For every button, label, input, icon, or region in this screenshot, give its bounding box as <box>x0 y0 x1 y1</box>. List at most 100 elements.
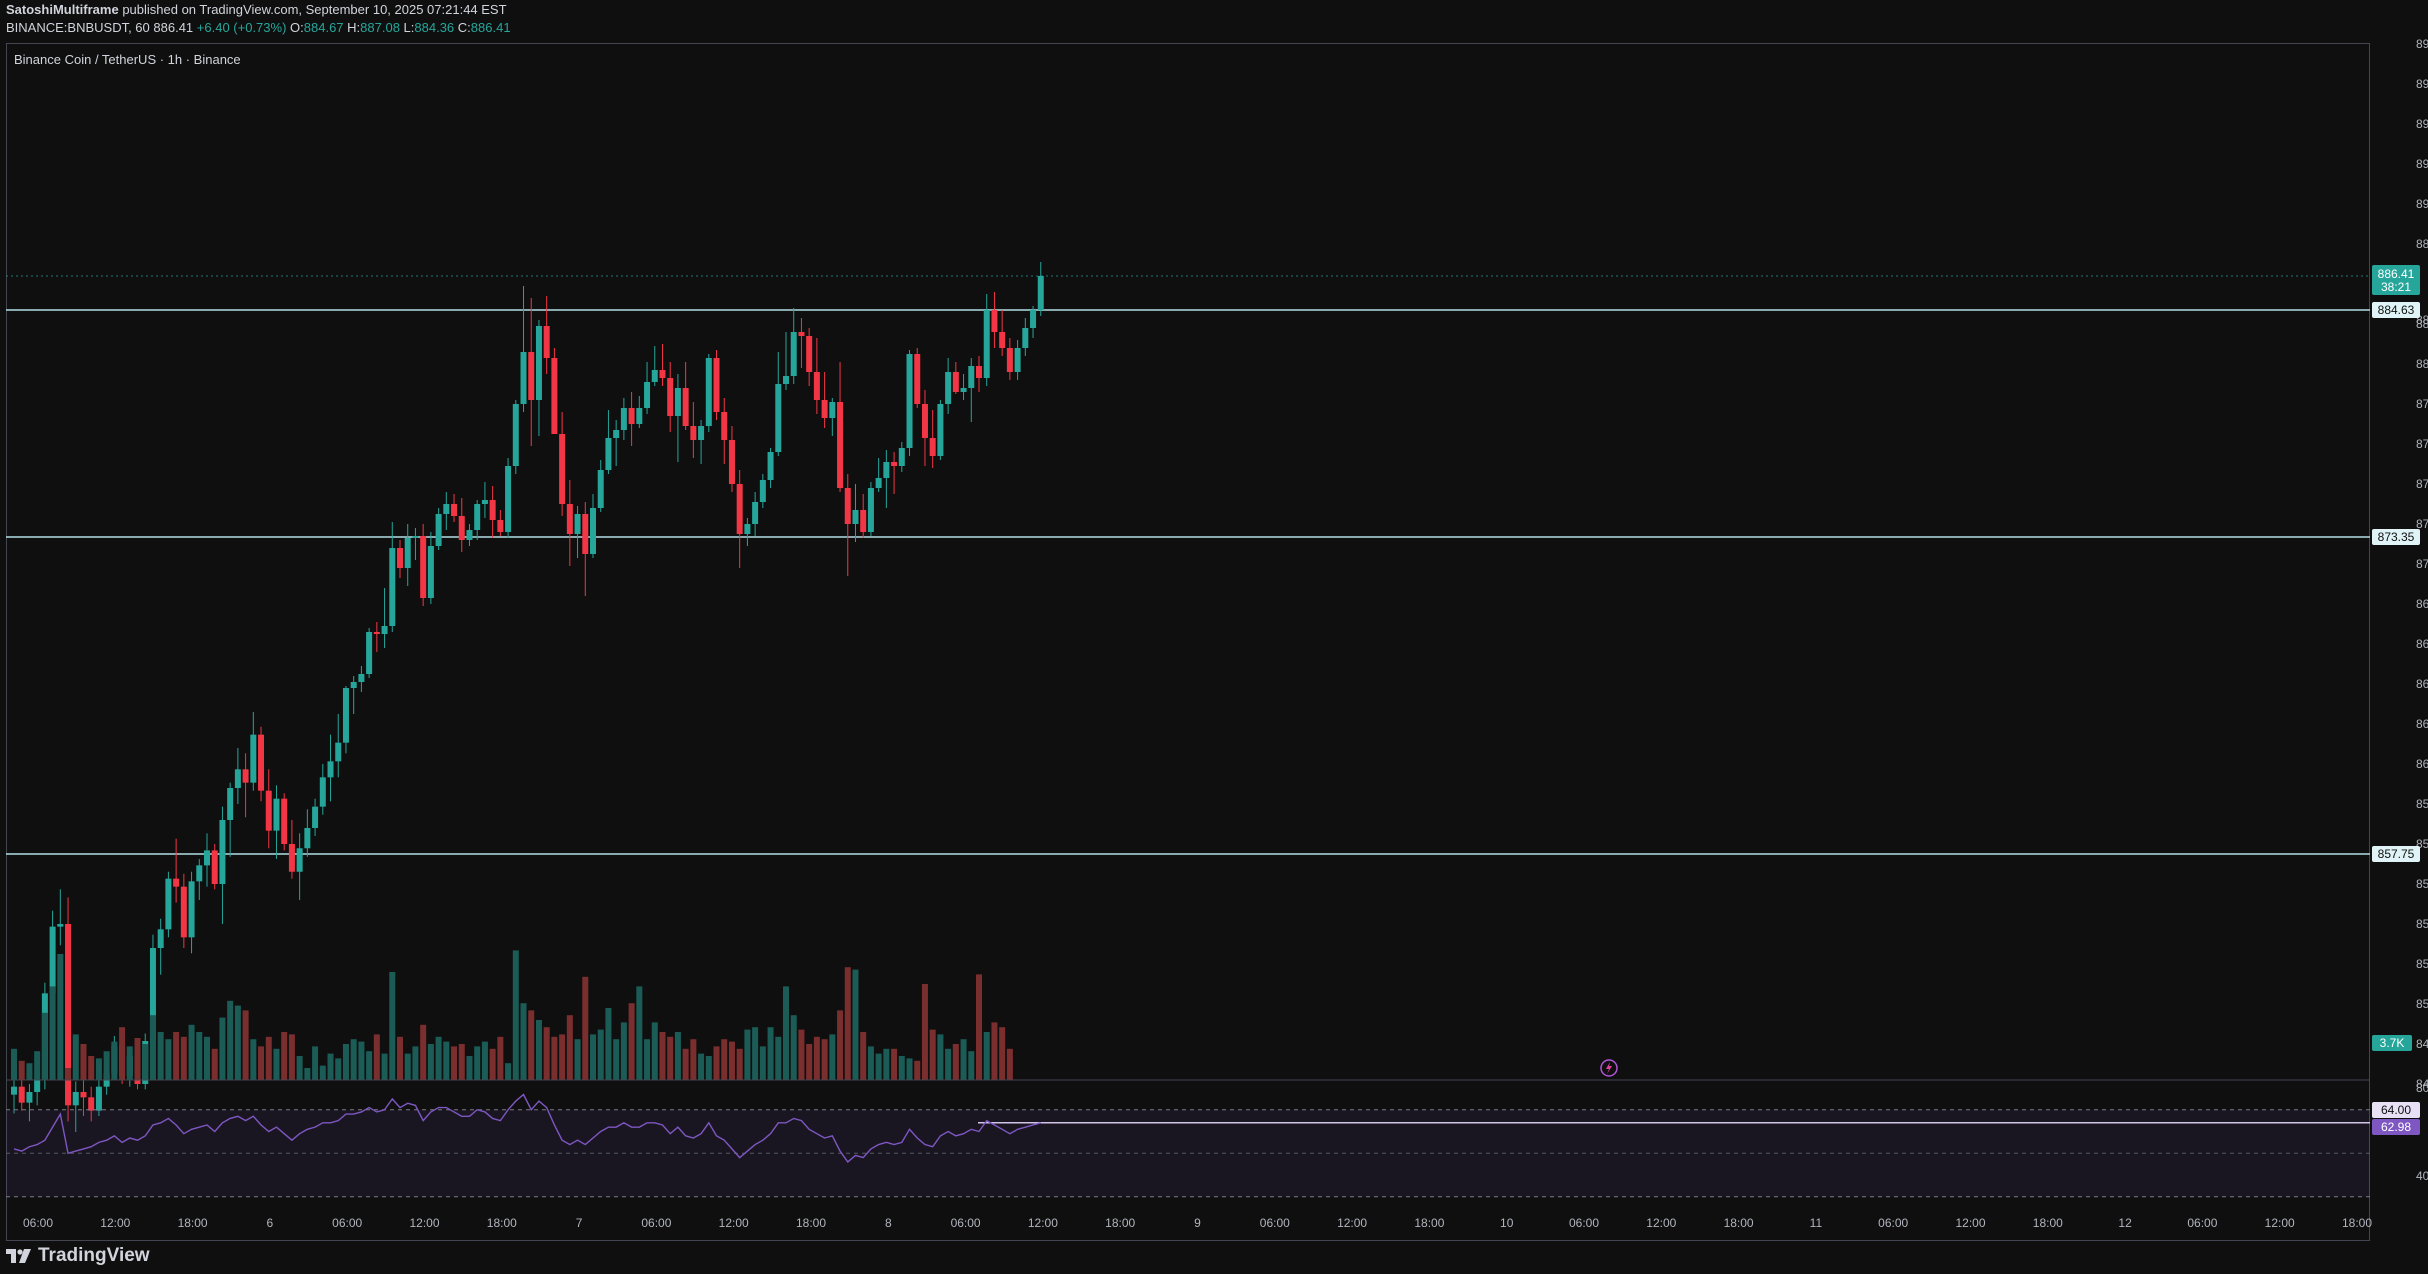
candle-body <box>312 806 319 828</box>
volume-bar <box>180 1036 187 1080</box>
candle-body <box>273 798 280 831</box>
volume-bar <box>204 1036 210 1080</box>
candle-body <box>574 514 581 534</box>
candle-body <box>867 488 874 532</box>
candle-body <box>481 500 488 504</box>
candle-body <box>427 546 434 598</box>
price-axis-tick: 848.80 <box>2416 1037 2428 1051</box>
footer-brand[interactable]: TradingView <box>6 1244 150 1268</box>
volume-value-label: 3.7K <box>2380 1036 2405 1050</box>
volume-bar <box>790 1015 797 1080</box>
last-price-label: 886.41 <box>2378 267 2415 281</box>
volume-bar <box>304 1068 311 1080</box>
candle-body <box>404 538 411 568</box>
candle-body <box>636 408 643 424</box>
volume-bar <box>149 1015 156 1080</box>
volume-bar <box>435 1036 442 1080</box>
candle-body <box>898 448 905 466</box>
candle-body <box>458 516 465 540</box>
candle-body <box>613 430 620 438</box>
candle-body <box>466 530 473 540</box>
volume-bar <box>126 1046 133 1080</box>
candle-body <box>628 408 635 424</box>
volume-bar <box>705 1056 712 1080</box>
volume-bar <box>906 1058 913 1080</box>
candle-body <box>443 504 450 514</box>
candle-body <box>983 310 990 378</box>
candle-body <box>752 502 759 524</box>
candle-body <box>520 352 527 404</box>
chart-legend[interactable]: Binance Coin / TetherUS · 1h · Binance <box>14 52 241 67</box>
volume-bar <box>520 1003 527 1080</box>
volume-bar <box>535 1020 542 1080</box>
candle-body <box>783 376 789 384</box>
lightning-bolt-icon <box>1606 1062 1612 1074</box>
candle-body <box>211 850 218 884</box>
volume-bar <box>342 1044 349 1080</box>
time-axis-tick: 7 <box>576 1216 583 1230</box>
volume-bar <box>597 1029 604 1080</box>
volume-bar <box>651 1022 658 1080</box>
price-axis-tick: 868.00 <box>2416 597 2428 611</box>
rsi-value-label: 62.98 <box>2381 1120 2411 1134</box>
volume-bar <box>945 1048 952 1080</box>
time-axis-tick: 12:00 <box>1337 1216 1367 1230</box>
volume-bar <box>327 1053 334 1080</box>
candle-body <box>551 358 558 434</box>
candle-body <box>204 850 210 866</box>
volume-bar <box>26 1063 33 1080</box>
candle-body <box>790 332 797 376</box>
candle-body <box>80 1092 87 1098</box>
volume-bar <box>752 1027 759 1080</box>
candle-body <box>528 352 535 400</box>
candle-body <box>366 632 373 674</box>
price-axis-tick: 896.00 <box>2416 77 2428 91</box>
candle-body <box>11 1086 17 1095</box>
time-axis-tick: 06:00 <box>1569 1216 1599 1230</box>
candle-body <box>891 462 898 466</box>
candle-body <box>512 404 519 466</box>
volume-bar <box>412 1046 419 1080</box>
time-axis-tick: 10 <box>1500 1216 1514 1230</box>
price-axis-tick: 862.50 <box>2416 717 2428 731</box>
volume-bar <box>1006 1048 1013 1080</box>
volume-bar <box>667 1036 674 1080</box>
time-axis-tick: 12:00 <box>719 1216 749 1230</box>
price-axis-tick: 880.00 <box>2416 357 2428 371</box>
volume-bar <box>898 1056 905 1080</box>
price-axis-tick: 851.90 <box>2416 957 2428 971</box>
candle-body <box>95 1086 102 1111</box>
volume-bar <box>258 1046 265 1080</box>
time-axis-tick: 12:00 <box>1955 1216 1985 1230</box>
volume-bar <box>358 1041 365 1080</box>
candle-body <box>991 310 998 332</box>
volume-bar <box>867 1046 874 1080</box>
candle-body <box>227 788 234 820</box>
candle-body <box>798 332 805 336</box>
rsi-axis-tick: 80.00 <box>2416 1081 2428 1095</box>
candle-body <box>1022 328 1029 348</box>
price-axis-tick: 870.00 <box>2416 557 2428 571</box>
level-price-label: 884.63 <box>2378 303 2415 317</box>
price-axis-tick: 853.50 <box>2416 917 2428 931</box>
volume-bar <box>103 1051 110 1080</box>
time-axis-tick: 18:00 <box>487 1216 517 1230</box>
time-axis-tick: 6 <box>267 1216 274 1230</box>
volume-bar <box>775 1036 782 1080</box>
price-chart[interactable]: 898.00896.00894.00892.00890.00888.00882.… <box>0 0 2428 1274</box>
volume-bar <box>551 1036 558 1080</box>
volume-bar <box>543 1027 550 1080</box>
candle-body <box>821 400 828 418</box>
volume-bar <box>605 1008 612 1080</box>
time-axis-tick: 18:00 <box>1414 1216 1444 1230</box>
volume-bar <box>713 1046 720 1080</box>
price-axis-tick: 850.30 <box>2416 997 2428 1011</box>
volume-bar <box>620 1022 627 1080</box>
price-axis-tick: 859.50 <box>2416 797 2428 811</box>
candle-body <box>242 769 249 783</box>
candle-body <box>327 761 334 778</box>
candle-body <box>342 688 349 743</box>
price-axis-tick: 872.00 <box>2416 517 2428 531</box>
time-axis-tick: 18:00 <box>2342 1216 2372 1230</box>
volume-bar <box>335 1058 342 1080</box>
